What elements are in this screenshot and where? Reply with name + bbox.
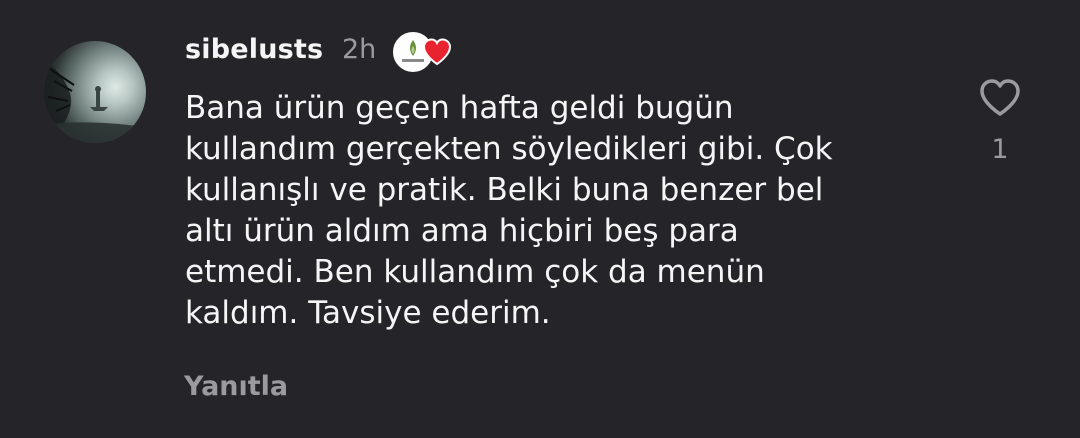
reply-button[interactable]: Yanıtla — [184, 371, 288, 402]
username[interactable]: sibelusts — [185, 34, 323, 65]
comment: sibelusts 2h Bana ürün geçen hafta geldi… — [0, 0, 1080, 438]
avatar[interactable] — [44, 41, 146, 143]
heart-outline-icon — [980, 79, 1020, 116]
timestamp: 2h — [342, 34, 377, 65]
comment-text: Bana ürün geçen hafta geldi bugün kullan… — [185, 90, 833, 331]
heart-icon — [422, 38, 452, 66]
like-count: 1 — [991, 134, 1009, 165]
like-button[interactable] — [976, 74, 1024, 122]
badge — [393, 32, 457, 72]
avatar-image — [44, 61, 146, 143]
